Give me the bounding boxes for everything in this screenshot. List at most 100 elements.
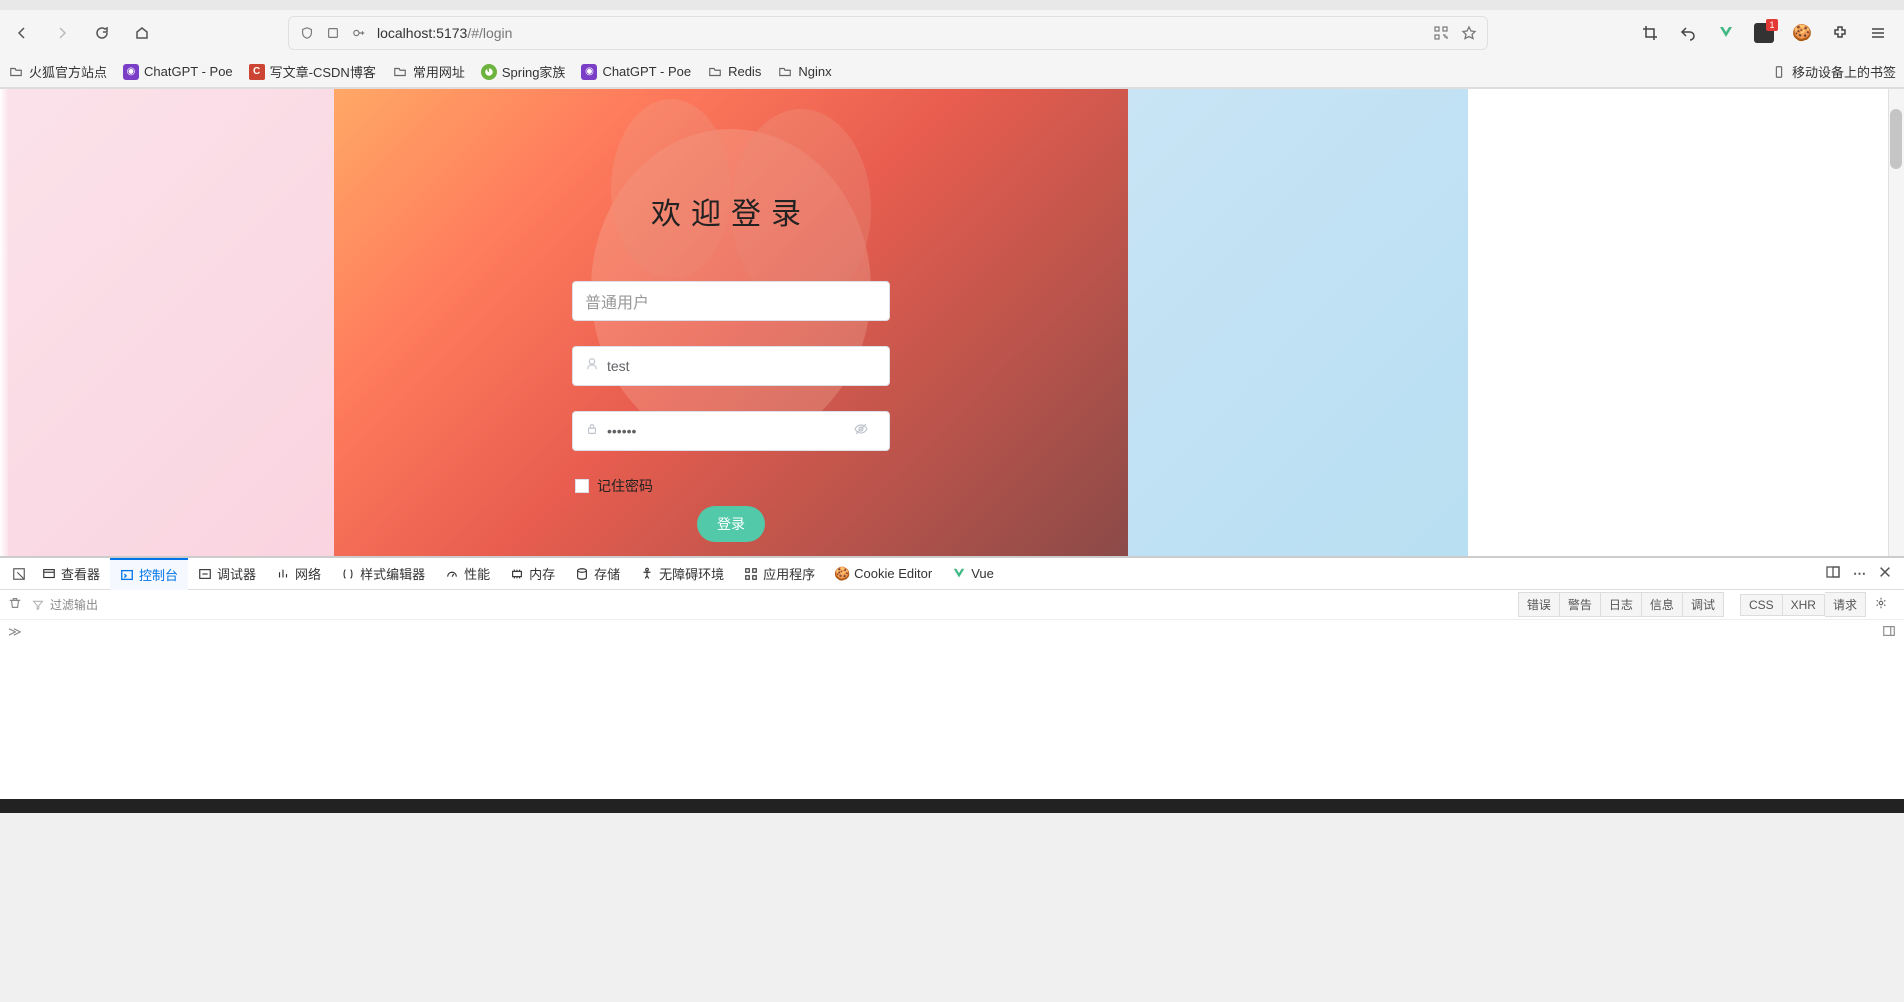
- cookie-icon: 🍪: [835, 567, 849, 581]
- chip-log[interactable]: 日志: [1601, 592, 1642, 617]
- tab-label: 查看器: [61, 564, 100, 583]
- bookmark-label: 常用网址: [413, 62, 465, 81]
- chip-request[interactable]: 请求: [1825, 592, 1866, 617]
- bookmark-label: 火狐官方站点: [29, 62, 107, 81]
- bookmark-label: ChatGPT - Poe: [144, 64, 233, 79]
- devtools-close-icon[interactable]: [1878, 565, 1892, 582]
- key-icon: [351, 25, 367, 41]
- bookmark-item[interactable]: Spring家族: [481, 62, 566, 81]
- debug-icon: [198, 567, 212, 581]
- home-button[interactable]: [128, 19, 156, 47]
- qr-icon[interactable]: [1433, 25, 1449, 41]
- remember-checkbox[interactable]: [575, 479, 589, 493]
- console-settings-icon[interactable]: [1866, 596, 1896, 613]
- back-button[interactable]: [8, 19, 36, 47]
- login-panel: 欢迎登录 普通用户: [561, 189, 901, 556]
- filter-placeholder: 过滤输出: [50, 596, 98, 613]
- bookmark-star-icon[interactable]: [1461, 25, 1477, 41]
- page-viewport: 欢迎登录 普通用户: [0, 89, 1904, 556]
- folder-icon: [777, 64, 793, 80]
- tab-console[interactable]: 控制台: [110, 558, 188, 590]
- memory-icon: [510, 567, 524, 581]
- tab-label: 存储: [594, 564, 620, 583]
- chip-xhr[interactable]: XHR: [1783, 594, 1825, 616]
- console-sidebar-toggle-icon[interactable]: [1882, 624, 1896, 641]
- username-input[interactable]: [607, 358, 877, 374]
- left-edge: [0, 89, 8, 556]
- tab-label: 样式编辑器: [360, 564, 425, 583]
- tab-vue[interactable]: Vue: [942, 558, 1004, 590]
- mobile-bookmarks[interactable]: 移动设备上的书签: [1771, 62, 1896, 81]
- tab-network[interactable]: 网络: [266, 558, 331, 590]
- address-bar[interactable]: localhost:5173/#/login: [288, 16, 1488, 50]
- bookmark-item[interactable]: Redis: [707, 64, 761, 80]
- tab-label: 调试器: [217, 564, 256, 583]
- permissions-icon: [325, 25, 341, 41]
- ext-badge: 1: [1766, 19, 1778, 31]
- tab-strip: [0, 0, 1904, 10]
- app-icon: [744, 567, 758, 581]
- shield-icon: [299, 25, 315, 41]
- crop-ext-icon[interactable]: [1640, 23, 1660, 43]
- tab-debugger[interactable]: 调试器: [188, 558, 266, 590]
- cookie-ext-icon[interactable]: 🍪: [1792, 23, 1812, 43]
- viewport-remainder: [1468, 89, 1904, 556]
- console-prompt-icon[interactable]: ≫: [8, 624, 22, 640]
- tab-label: 无障碍环境: [659, 564, 724, 583]
- bookmark-item[interactable]: 火狐官方站点: [8, 62, 107, 81]
- vertical-scrollbar[interactable]: [1888, 89, 1904, 556]
- tab-accessibility[interactable]: 无障碍环境: [630, 558, 734, 590]
- tab-label: Vue: [971, 566, 994, 581]
- tab-storage[interactable]: 存储: [565, 558, 630, 590]
- spring-icon: [481, 64, 497, 80]
- bookmark-item[interactable]: C 写文章-CSDN博客: [249, 62, 376, 81]
- dark-ext-icon[interactable]: 1: [1754, 23, 1774, 43]
- tab-application[interactable]: 应用程序: [734, 558, 825, 590]
- console-output[interactable]: [0, 644, 1904, 799]
- tab-inspector[interactable]: 查看器: [32, 558, 110, 590]
- login-title: 欢迎登录: [651, 189, 811, 233]
- tab-label: 网络: [295, 564, 321, 583]
- bookmark-item[interactable]: ◉ ChatGPT - Poe: [123, 64, 233, 80]
- menu-icon[interactable]: [1868, 23, 1888, 43]
- tab-performance[interactable]: 性能: [435, 558, 500, 590]
- bookmark-item[interactable]: Nginx: [777, 64, 831, 80]
- folder-icon: [707, 64, 723, 80]
- taskbar-strip: [0, 799, 1904, 813]
- chip-info[interactable]: 信息: [1642, 592, 1683, 617]
- tab-memory[interactable]: 内存: [500, 558, 565, 590]
- tab-cookie-editor[interactable]: 🍪 Cookie Editor: [825, 558, 942, 590]
- chip-css[interactable]: CSS: [1740, 594, 1783, 616]
- bookmark-label: Redis: [728, 64, 761, 79]
- chip-warning[interactable]: 警告: [1560, 592, 1601, 617]
- left-background: [8, 89, 334, 556]
- devtools-more-icon[interactable]: ⋯: [1853, 566, 1866, 582]
- tab-label: 内存: [529, 564, 555, 583]
- toolbar-extensions: 1 🍪: [1640, 23, 1896, 43]
- clear-console-icon[interactable]: [8, 596, 22, 613]
- chip-error[interactable]: 错误: [1518, 592, 1560, 617]
- console-filter-input[interactable]: 过滤输出: [32, 596, 98, 613]
- forward-button[interactable]: [48, 19, 76, 47]
- login-button[interactable]: 登录: [697, 506, 765, 542]
- password-input[interactable]: [607, 423, 853, 439]
- vue-ext-icon[interactable]: [1716, 23, 1736, 43]
- bookmark-label: 写文章-CSDN博客: [270, 62, 376, 81]
- tab-style-editor[interactable]: 样式编辑器: [331, 558, 435, 590]
- devtools-iframe-select[interactable]: [6, 558, 32, 590]
- chip-debug[interactable]: 调试: [1683, 592, 1724, 617]
- undo-ext-icon[interactable]: [1678, 23, 1698, 43]
- bookmark-item[interactable]: 常用网址: [392, 62, 465, 81]
- reload-button[interactable]: [88, 19, 116, 47]
- devtools-dock-icon[interactable]: [1825, 564, 1841, 583]
- bookmark-item[interactable]: ◉ ChatGPT - Poe: [581, 64, 691, 80]
- eye-off-icon[interactable]: [853, 421, 869, 442]
- perf-icon: [445, 567, 459, 581]
- storage-icon: [575, 567, 589, 581]
- tab-label: 控制台: [139, 565, 178, 584]
- toolbar-row: localhost:5173/#/login 1 🍪: [0, 10, 1904, 56]
- scroll-thumb[interactable]: [1890, 109, 1902, 169]
- bookmark-label: Spring家族: [502, 62, 566, 81]
- extensions-icon[interactable]: [1830, 23, 1850, 43]
- role-select[interactable]: 普通用户: [572, 281, 890, 321]
